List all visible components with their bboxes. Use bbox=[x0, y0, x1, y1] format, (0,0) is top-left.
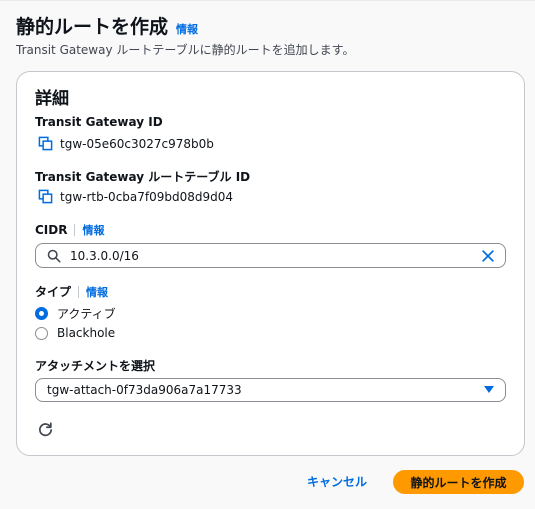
radio-unchecked[interactable] bbox=[35, 326, 48, 340]
route-table-id-row: tgw-rtb-0cba7f09bd08d9d04 bbox=[38, 189, 233, 204]
cidr-label-text: CIDR bbox=[35, 223, 68, 237]
create-static-route-button[interactable]: 静的ルートを作成 bbox=[393, 470, 524, 494]
label-divider bbox=[74, 224, 76, 236]
cidr-input[interactable]: 10.3.0.0/16 bbox=[35, 243, 506, 268]
attachment-select-value: tgw-attach-0f73da906a7a17733 bbox=[47, 383, 242, 397]
radio-label-blackhole: Blackhole bbox=[57, 326, 116, 340]
route-table-id-label: Transit Gateway ルートテーブル ID bbox=[35, 168, 250, 185]
route-table-id-value: tgw-rtb-0cba7f09bd08d9d04 bbox=[60, 189, 234, 204]
attachment-label: アタッチメントを選択 bbox=[35, 357, 155, 374]
copy-icon[interactable] bbox=[38, 136, 53, 151]
page-title: 静的ルートを作成 bbox=[16, 16, 169, 38]
route-table-id-label-text: Transit Gateway ルートテーブル ID bbox=[35, 170, 251, 184]
search-icon bbox=[47, 249, 61, 262]
copy-icon[interactable] bbox=[38, 189, 53, 204]
radio-checked[interactable] bbox=[35, 307, 48, 320]
cidr-label: CIDR 情報 bbox=[35, 222, 104, 238]
details-panel: 詳細 Transit Gateway ID tgw-05e60c3027c978… bbox=[16, 71, 525, 456]
type-label-text: タイプ bbox=[35, 285, 72, 299]
type-info-link[interactable]: 情報 bbox=[86, 284, 108, 300]
tgw-id-value: tgw-05e60c3027c978b0b bbox=[60, 136, 214, 151]
label-divider bbox=[78, 285, 80, 298]
details-title: 詳細 bbox=[35, 89, 69, 109]
cidr-value[interactable]: 10.3.0.0/16 bbox=[70, 249, 481, 263]
page-header: 静的ルートを作成 情報 bbox=[16, 12, 198, 39]
cancel-button[interactable]: キャンセル bbox=[307, 473, 367, 490]
refresh-icon[interactable] bbox=[37, 421, 54, 438]
caret-down-icon bbox=[484, 386, 494, 393]
tgw-id-row: tgw-05e60c3027c978b0b bbox=[38, 136, 214, 151]
attachment-select[interactable]: tgw-attach-0f73da906a7a17733 bbox=[35, 378, 506, 402]
radio-option-active[interactable]: アクティブ bbox=[35, 305, 116, 322]
tgw-id-label: Transit Gateway ID bbox=[35, 115, 163, 129]
type-label: タイプ 情報 bbox=[35, 283, 108, 300]
cidr-info-link[interactable]: 情報 bbox=[82, 222, 104, 238]
tgw-id-label-text: Transit Gateway ID bbox=[35, 115, 163, 129]
radio-option-blackhole[interactable]: Blackhole bbox=[35, 326, 115, 340]
page-description: Transit Gateway ルートテーブルに静的ルートを追加します。 bbox=[16, 43, 355, 57]
attachment-label-text: アタッチメントを選択 bbox=[35, 359, 156, 373]
close-icon[interactable] bbox=[481, 249, 495, 263]
radio-label-active: アクティブ bbox=[57, 307, 116, 321]
top-divider bbox=[0, 0, 535, 1]
header-info-link[interactable]: 情報 bbox=[176, 21, 198, 37]
